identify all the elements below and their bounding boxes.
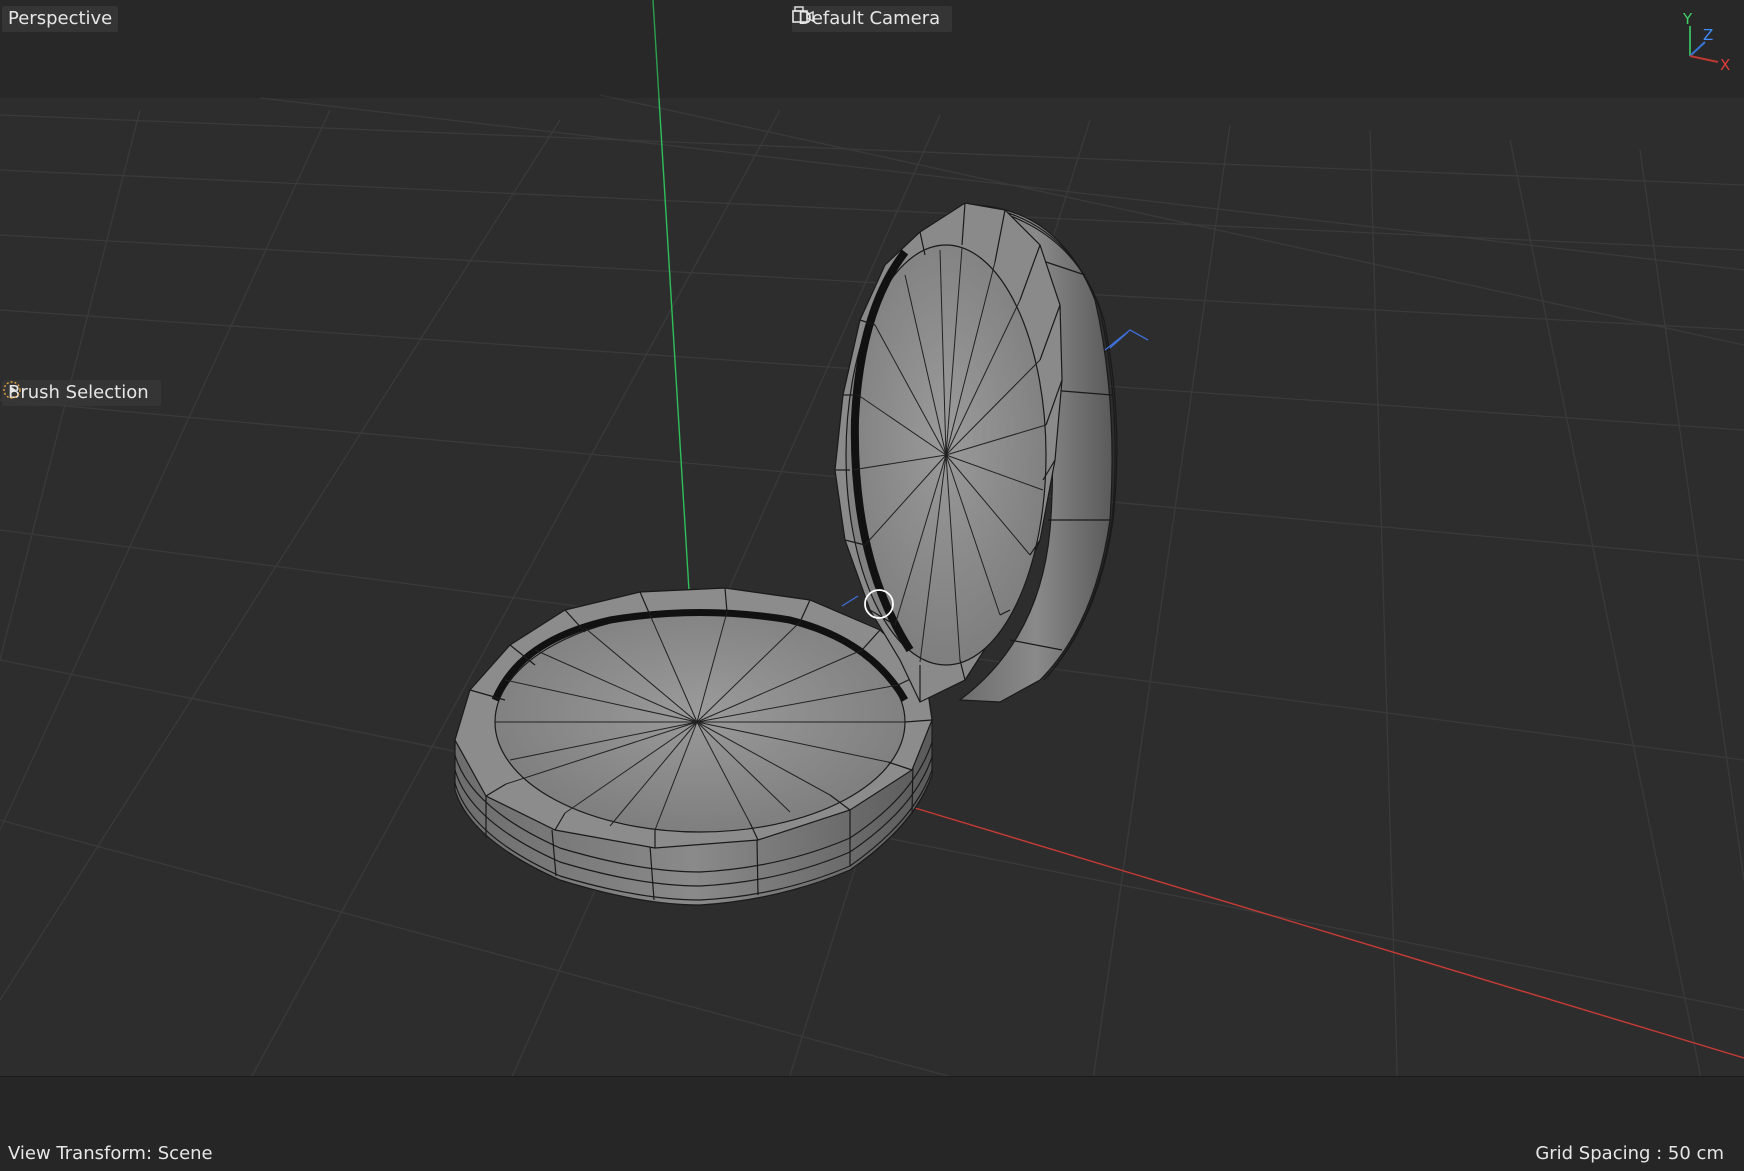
view-transform-text: View Transform: Scene xyxy=(8,1143,213,1164)
viewport-status-bar xyxy=(0,1076,1744,1171)
view-transform-label: View Transform: Scene xyxy=(2,1141,219,1167)
3d-viewport[interactable]: Perspective Default Camera Brush Selecti… xyxy=(0,0,1744,1171)
lid-pivot-gizmo xyxy=(1104,329,1149,351)
camera-selector[interactable]: Default Camera xyxy=(792,6,953,32)
lid-mesh xyxy=(834,202,1118,703)
active-tool-label[interactable]: Brush Selection xyxy=(2,380,161,406)
grid-spacing-label: Grid Spacing : 50 cm xyxy=(1529,1141,1730,1167)
active-tool-text: Brush Selection xyxy=(8,382,149,403)
camera-name-text: Default Camera xyxy=(798,8,941,29)
bottom-case-mesh xyxy=(454,587,933,906)
view-name-text: Perspective xyxy=(8,8,113,29)
viewport-canvas[interactable] xyxy=(0,0,1744,1171)
gizmo-z-label: Z xyxy=(1703,26,1714,44)
gizmo-x-label: X xyxy=(1720,56,1731,74)
world-x-axis xyxy=(904,804,1744,1059)
view-name-label[interactable]: Perspective xyxy=(2,6,119,32)
grid-spacing-text: Grid Spacing : 50 cm xyxy=(1535,1143,1724,1164)
gizmo-y-label: Y xyxy=(1683,10,1693,28)
